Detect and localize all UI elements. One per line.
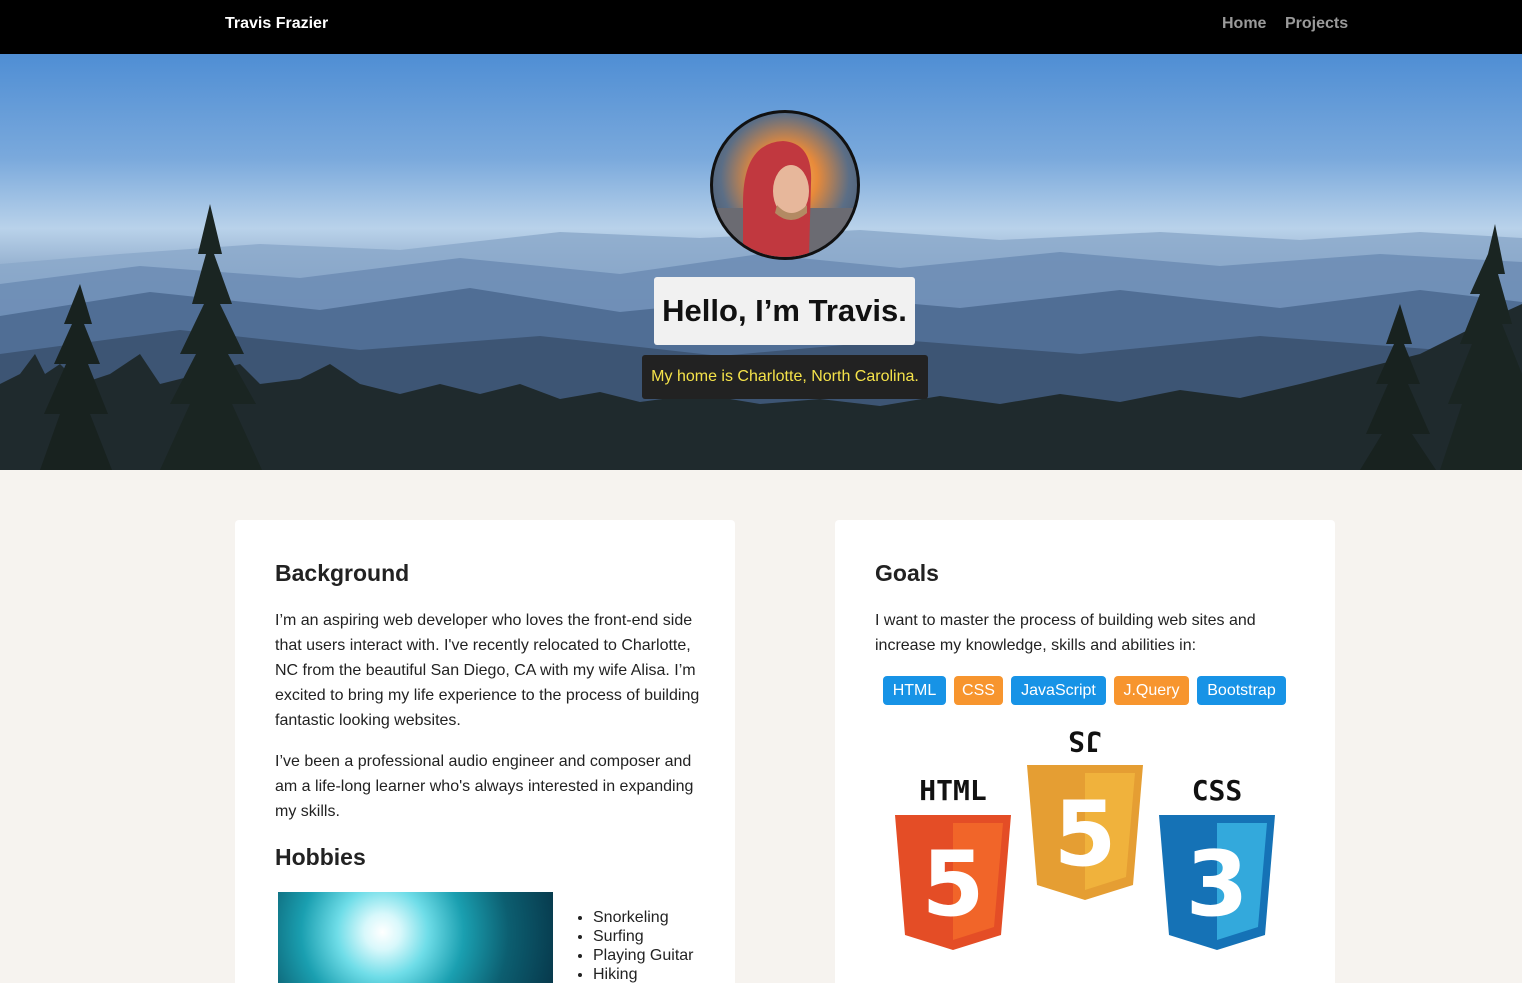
goals-text: I want to master the process of building… xyxy=(875,612,1256,654)
css-logo-number: 3 xyxy=(1186,832,1249,937)
skill-badge-css: CSS xyxy=(954,676,1003,705)
background-paragraph-1: I’m an aspiring web developer who loves … xyxy=(275,612,700,729)
hero-title: Hello, I’m Travis. xyxy=(654,277,915,345)
javascript-logo-icon: JS 5 xyxy=(1027,725,1143,900)
css-logo-label: CSS xyxy=(1192,774,1243,807)
html5-logo-icon: HTML 5 xyxy=(895,774,1011,950)
list-item: Surfing xyxy=(593,927,694,946)
html-logo-label: HTML xyxy=(919,774,986,807)
js-logo-label: JS xyxy=(1068,725,1102,758)
profile-photo xyxy=(713,141,857,257)
skill-badge-html: HTML xyxy=(883,676,946,705)
background-heading: Background xyxy=(275,560,410,586)
js-logo-number: 5 xyxy=(1054,782,1117,887)
background-paragraph-2: I’ve been a professional audio engineer … xyxy=(275,753,694,820)
skill-badge-jquery: J.Query xyxy=(1114,676,1189,705)
skill-badges: HTML CSS JavaScript J.Query Bootstrap xyxy=(883,676,1303,706)
web-tech-logos: HTML 5 JS 5 CSS 3 xyxy=(895,725,1275,950)
nav-home-link[interactable]: Home xyxy=(1222,15,1266,33)
hero-subtitle: My home is Charlotte, North Carolina. xyxy=(642,355,928,399)
css3-logo-icon: CSS 3 xyxy=(1159,774,1275,950)
html-logo-number: 5 xyxy=(922,832,985,937)
hero-banner: Hello, I’m Travis. My home is Charlotte,… xyxy=(0,54,1522,470)
goals-heading: Goals xyxy=(875,560,939,586)
list-item: Snorkeling xyxy=(593,908,694,927)
top-navbar: Travis Frazier Home Projects xyxy=(0,0,1522,54)
hobbies-heading: Hobbies xyxy=(275,844,366,870)
snorkeling-photo xyxy=(278,892,553,983)
goals-card: Goals I want to master the process of bu… xyxy=(835,520,1335,983)
skill-badge-javascript: JavaScript xyxy=(1011,676,1106,705)
hobbies-list: Snorkeling Surfing Playing Guitar Hiking xyxy=(593,908,694,983)
background-card: Background I’m an aspiring web developer… xyxy=(235,520,735,983)
brand-link[interactable]: Travis Frazier xyxy=(225,15,328,33)
skill-badge-bootstrap: Bootstrap xyxy=(1197,676,1286,705)
profile-avatar xyxy=(710,110,860,260)
list-item: Hiking xyxy=(593,965,694,983)
list-item: Playing Guitar xyxy=(593,946,694,965)
nav-projects-link[interactable]: Projects xyxy=(1285,15,1348,33)
